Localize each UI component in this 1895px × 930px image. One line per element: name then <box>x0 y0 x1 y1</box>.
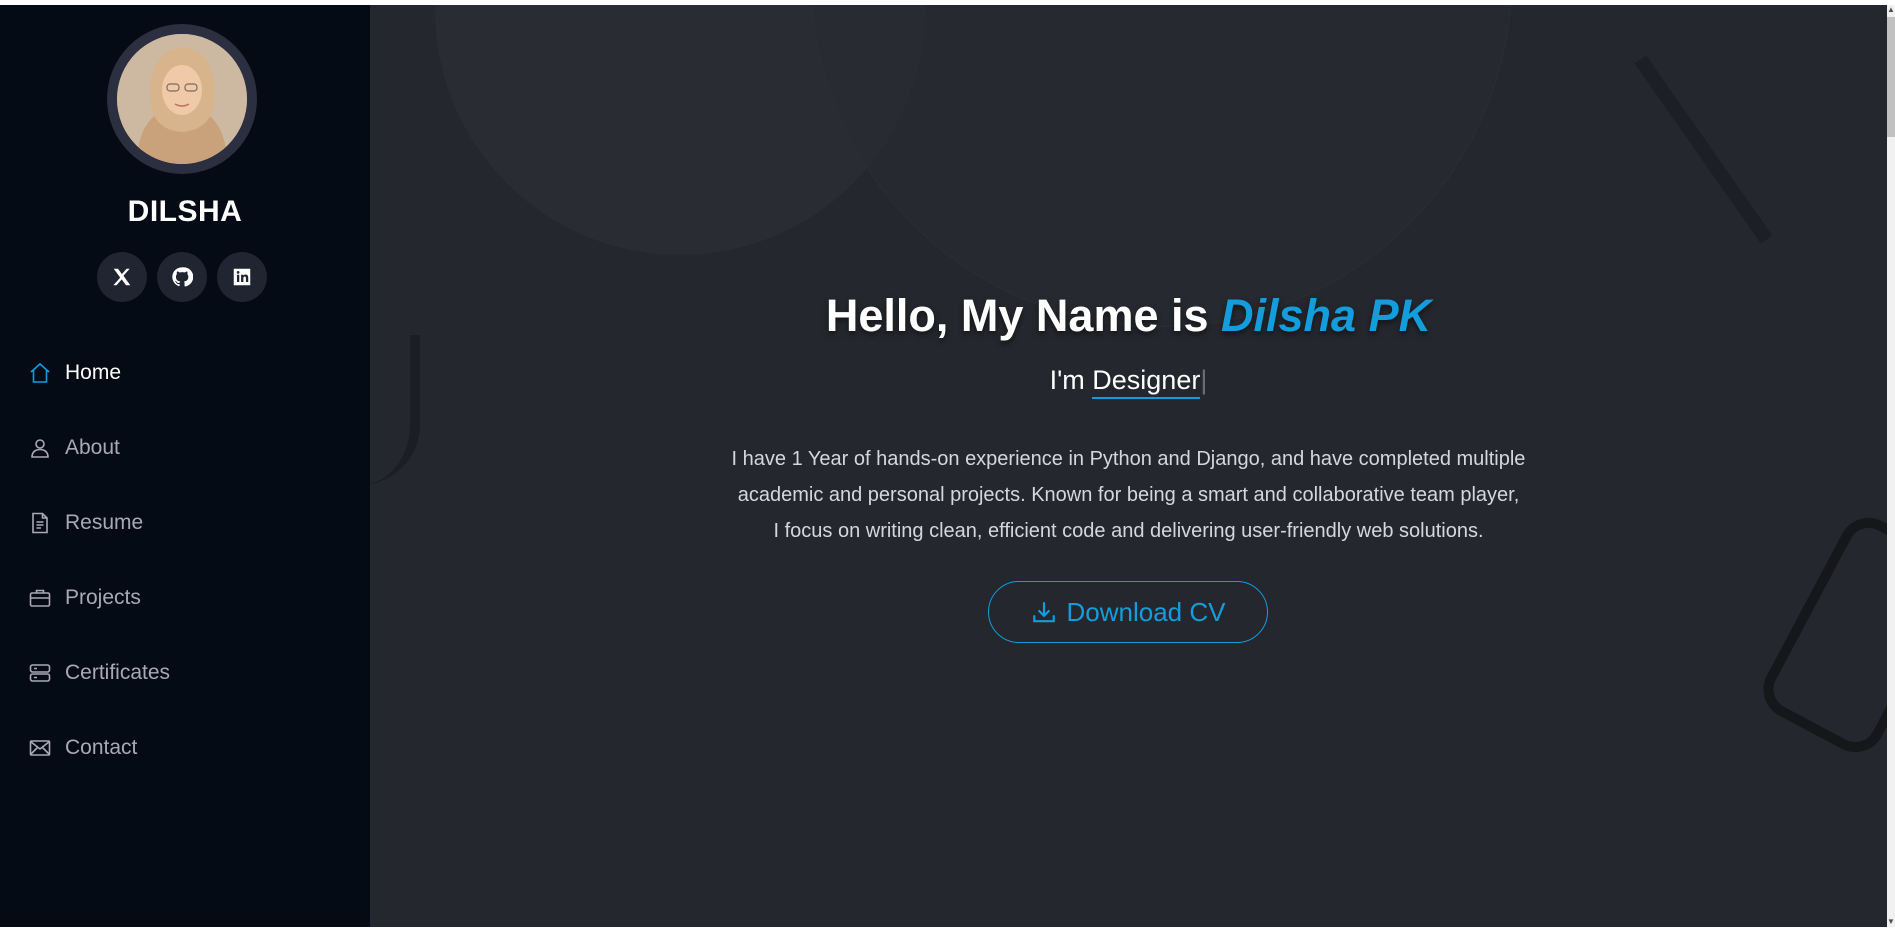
x-twitter-icon <box>113 268 131 286</box>
typing-cursor: | <box>1200 365 1208 395</box>
github-link[interactable] <box>157 252 207 302</box>
sidebar-nav: Home About Resume Projects Certificates … <box>0 335 370 785</box>
person-icon <box>27 435 53 461</box>
hero-description: I have 1 Year of hands-on experience in … <box>370 441 1887 549</box>
background-decoration <box>1634 5 1887 244</box>
briefcase-icon <box>27 585 53 611</box>
sidebar-item-label: Home <box>65 360 122 384</box>
sidebar-item-label: Certificates <box>65 660 171 684</box>
github-icon <box>172 267 193 287</box>
x-twitter-link[interactable] <box>97 252 147 302</box>
description-line: I have 1 Year of hands-on experience in … <box>731 448 1526 470</box>
hero-title: Hello, My Name is Dilsha PK <box>370 290 1887 342</box>
background-decoration <box>810 5 1512 327</box>
download-icon <box>1032 602 1055 623</box>
hero-section: Hello, My Name is Dilsha PK I'm Designer… <box>370 5 1887 927</box>
house-icon <box>27 360 53 386</box>
sidebar-item-label: About <box>65 435 120 459</box>
sidebar-item-contact[interactable]: Contact <box>0 710 370 785</box>
envelope-icon <box>27 735 53 761</box>
sidebar-item-label: Contact <box>65 735 138 759</box>
profile-name: DILSHA <box>127 195 243 228</box>
typed-role: Designer <box>1092 365 1201 399</box>
avatar <box>117 34 247 164</box>
avatar-ring <box>107 24 257 174</box>
sidebar-item-label: Resume <box>65 510 144 534</box>
scroll-up-arrow-icon[interactable]: ▲ <box>1887 5 1895 15</box>
hero-title-name: Dilsha PK <box>1221 290 1432 341</box>
description-line: academic and personal projects. Known fo… <box>737 484 1520 506</box>
linkedin-link[interactable] <box>217 252 267 302</box>
sidebar-item-projects[interactable]: Projects <box>0 560 370 635</box>
hero-subtitle-prefix: I'm <box>1049 365 1093 395</box>
description-line: I focus on writing clean, efficient code… <box>773 520 1484 542</box>
hero-subtitle: I'm Designer| <box>370 365 1887 399</box>
linkedin-icon <box>233 268 251 286</box>
file-text-icon <box>27 510 53 536</box>
sidebar-item-label: Projects <box>65 585 141 609</box>
server-icon <box>27 660 53 686</box>
sidebar: DILSHA Home About Resume Projects Certif… <box>0 5 370 927</box>
sidebar-item-certificates[interactable]: Certificates <box>0 635 370 710</box>
sidebar-item-about[interactable]: About <box>0 410 370 485</box>
scroll-down-arrow-icon[interactable]: ▼ <box>1887 917 1895 927</box>
page-frame: DILSHA Home About Resume Projects Certif… <box>0 5 1887 927</box>
sidebar-item-resume[interactable]: Resume <box>0 485 370 560</box>
scroll-thumb[interactable] <box>1887 17 1895 137</box>
hero-title-prefix: Hello, My Name is <box>825 290 1222 341</box>
page-scrollbar[interactable]: ▲ ▼ <box>1887 5 1895 927</box>
download-cv-button[interactable]: Download CV <box>988 581 1268 643</box>
sidebar-item-home[interactable]: Home <box>0 335 370 410</box>
download-cv-label: Download CV <box>1066 596 1226 627</box>
social-links <box>97 252 267 302</box>
